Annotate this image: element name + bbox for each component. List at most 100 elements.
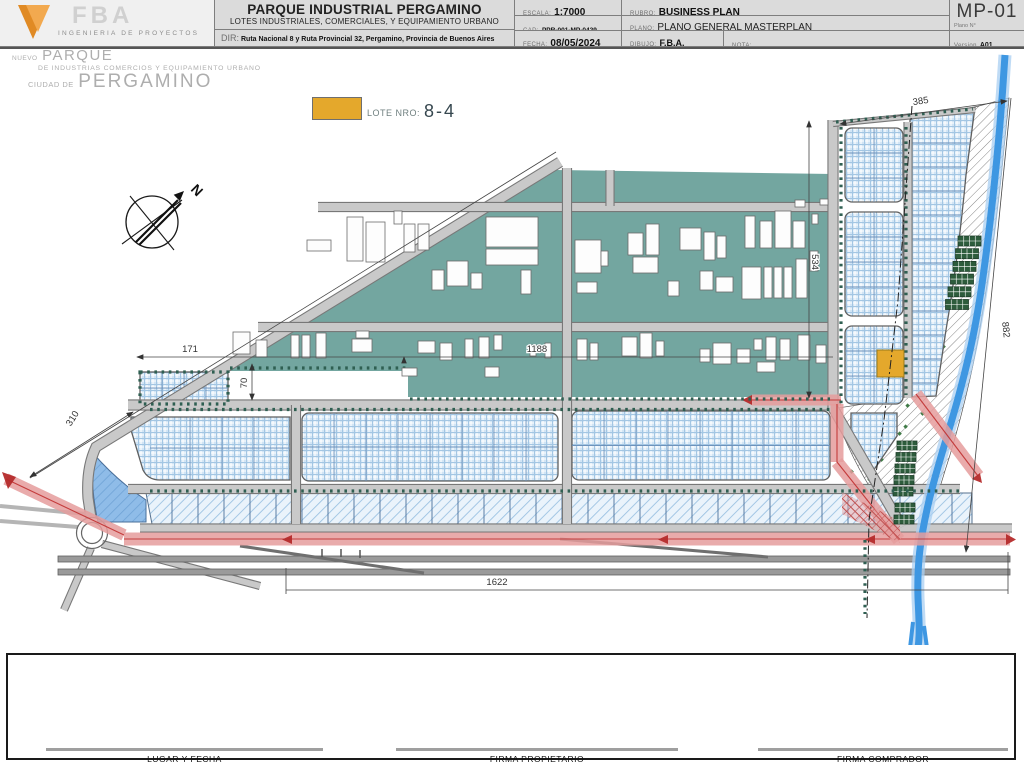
building-footprint [485, 367, 499, 377]
wm-ciudad: CIUDAD DE [28, 80, 74, 89]
building-footprint [704, 232, 715, 260]
building-footprint [352, 339, 372, 352]
building-footprint [628, 233, 643, 255]
building-footprint [754, 339, 762, 350]
signature-label: FIRMA COMPRADOR [758, 754, 1008, 764]
legend: LOTE NRO: 8-4 [312, 97, 456, 120]
road [102, 544, 260, 586]
building-footprint [764, 267, 772, 298]
building-footprint [640, 333, 652, 358]
building-footprint [760, 221, 772, 248]
building-footprint [440, 343, 452, 360]
building-footprint [601, 251, 608, 266]
north-label: N [188, 181, 206, 199]
wm-nuevo: NUEVO [12, 55, 38, 62]
title-block: FBA INGENIERIA DE PROYECTOS PARQUE INDUS… [0, 0, 1024, 49]
building-footprint [717, 236, 726, 258]
north-arrow: N [122, 181, 206, 250]
project-title-cell: PARQUE INDUSTRIAL PERGAMINO LOTES INDUST… [215, 0, 515, 30]
building-footprint [646, 224, 659, 255]
company-tagline: INGENIERIA DE PROYECTOS [58, 30, 199, 37]
building-footprint [486, 249, 538, 265]
building-footprint [256, 340, 267, 357]
building-footprint [486, 217, 538, 247]
sheet-number-cell: MP-01 Plano N° [950, 0, 1024, 31]
building-footprint [291, 335, 299, 358]
building-footprint [680, 228, 701, 250]
fecha-value: 08/05/2024 [550, 38, 600, 47]
scale-cell: ESCALA:1:7000 [515, 0, 622, 16]
building-footprint [745, 216, 755, 248]
signature-line [396, 748, 678, 751]
building-footprint [700, 349, 710, 362]
building-footprint [494, 335, 502, 350]
fecha-label: FECHA: [523, 42, 547, 47]
drawing-sheet: N 385 534 882 171 1188 70 310 1622 [0, 0, 1024, 768]
dibujo-label: DIBUJO: [630, 42, 656, 47]
cad-cell: CAD:PPR-001-MP-0429 [515, 16, 622, 31]
svg-text:882: 882 [999, 321, 1012, 338]
building-footprint [742, 267, 761, 299]
building-footprint [316, 333, 326, 358]
svg-text:171: 171 [182, 344, 198, 355]
svg-text:1188: 1188 [527, 344, 547, 355]
svg-text:534: 534 [809, 254, 820, 270]
logo-cell: FBA INGENIERIA DE PROYECTOS [0, 0, 215, 47]
building-footprint [737, 349, 750, 363]
building-footprint [366, 222, 385, 262]
company-logo-icon-inner [26, 5, 50, 32]
building-footprint [432, 270, 444, 290]
building-footprint [447, 261, 468, 286]
building-footprint [418, 341, 435, 353]
plano-value: PLANO GENERAL MASTERPLAN [657, 22, 812, 31]
wm-parque: PARQUE [42, 47, 113, 64]
nota-cell: NOTA: [724, 31, 950, 47]
project-subtitle: LOTES INDUSTRIALES, COMERCIALES, Y EQUIP… [215, 17, 514, 26]
building-footprint [766, 337, 776, 360]
svg-text:310: 310 [64, 409, 82, 428]
building-footprint [798, 335, 810, 360]
signature-box: LUGAR Y FECHA FIRMA PROPIETARIO FIRMA CO… [6, 653, 1016, 760]
building-footprint [774, 267, 782, 298]
building-footprint [418, 224, 429, 250]
building-footprint [307, 240, 331, 251]
building-footprint [656, 341, 664, 356]
building-footprint [793, 221, 805, 248]
building-footprint [713, 343, 731, 364]
building-footprint [622, 337, 637, 356]
lot-block-row2-1 [131, 417, 290, 480]
address-cell: DIR:Ruta Nacional 8 y Ruta Provincial 32… [215, 30, 515, 47]
version-cell: VersionA01 [950, 31, 1024, 47]
version-label: Version [954, 43, 977, 47]
building-footprint [812, 214, 818, 224]
svg-text:1622: 1622 [486, 577, 507, 588]
building-footprint [795, 200, 805, 207]
date-cell: FECHA:08/05/2024 [515, 31, 622, 47]
building-footprint [668, 281, 679, 296]
plano-cell: PLANO:PLANO GENERAL MASTERPLAN [622, 16, 950, 31]
dir-value: Ruta Nacional 8 y Ruta Provincial 32, Pe… [241, 36, 494, 43]
building-footprint [347, 217, 363, 261]
project-title: PARQUE INDUSTRIAL PERGAMINO [215, 2, 514, 17]
dibujo-value: F.B.A. [659, 38, 684, 47]
building-footprint [479, 337, 489, 358]
rubro-cell: RUBRO:BUSINESS PLAN [622, 0, 950, 16]
building-footprint [302, 335, 310, 358]
signature-footer: LUGAR Y FECHA FIRMA PROPIETARIO FIRMA CO… [0, 645, 1024, 768]
svg-text:385: 385 [912, 95, 929, 108]
building-footprint [784, 267, 792, 298]
signature-line [758, 748, 1008, 751]
signature-block: FIRMA PROPIETARIO [396, 748, 678, 764]
building-footprint [577, 282, 597, 293]
legend-label: LOTE NRO: [367, 108, 420, 120]
signature-label: FIRMA PROPIETARIO [396, 754, 678, 764]
building-footprint [356, 331, 369, 338]
company-name: FBA [72, 2, 133, 30]
signature-line [46, 748, 323, 751]
building-footprint [716, 277, 733, 292]
dibujo-cell: DIBUJO:F.B.A. [622, 31, 724, 47]
building-footprint [816, 345, 826, 363]
building-footprint [590, 343, 598, 360]
escala-value: 1:7000 [554, 7, 585, 16]
legend-swatch [312, 97, 362, 120]
